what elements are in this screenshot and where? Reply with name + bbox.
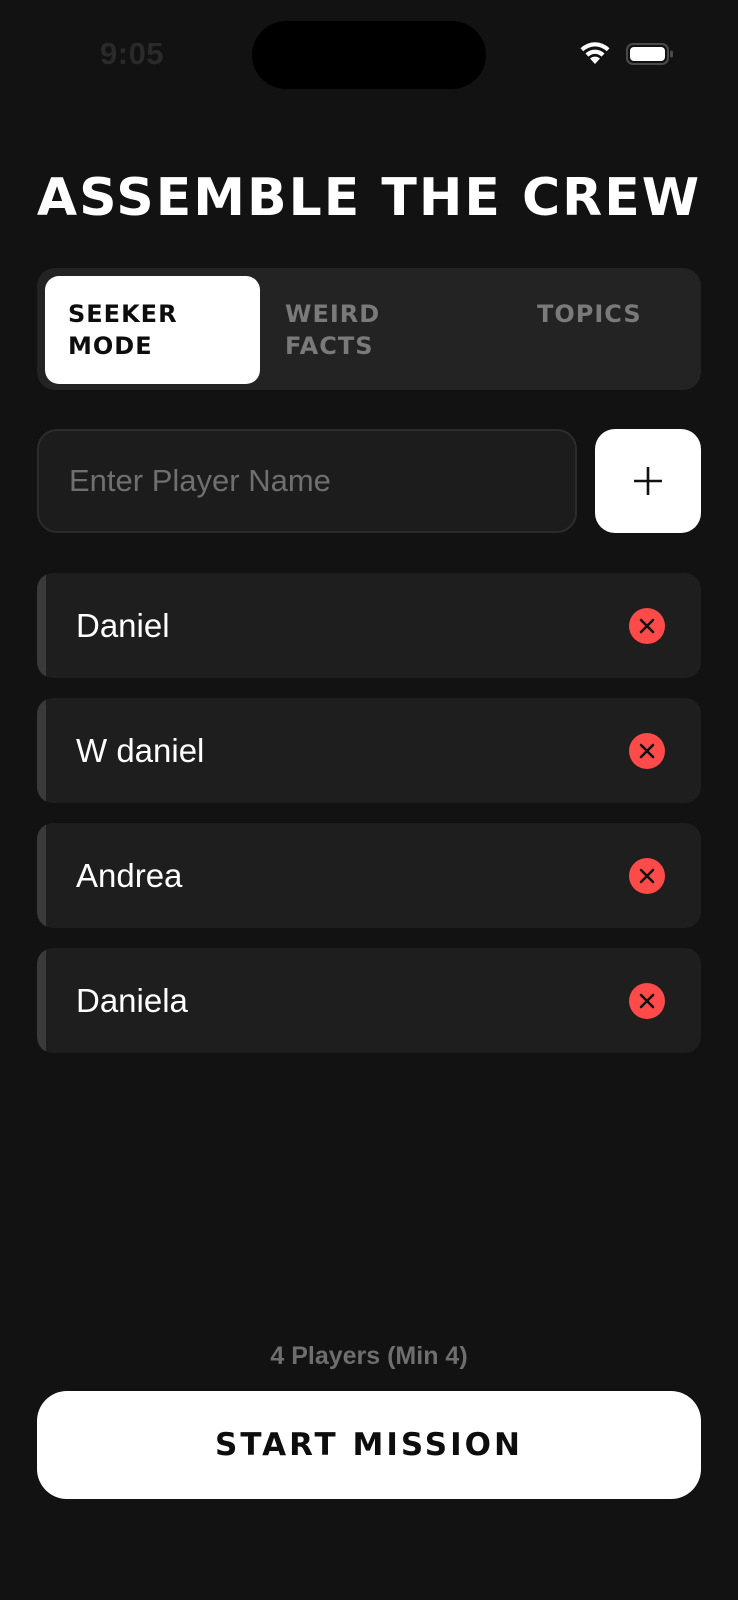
- page-title: ASSEMBLE THE CREW: [36, 168, 702, 228]
- plus-icon: [634, 467, 662, 495]
- tab-label: WEIRD FACTS: [285, 300, 381, 360]
- player-name: Andrea: [76, 857, 183, 894]
- player-row: Daniela: [37, 948, 701, 1053]
- player-name-field: [37, 429, 577, 533]
- close-icon: [639, 618, 655, 634]
- tab-seeker-mode[interactable]: SEEKER MODE: [45, 276, 260, 384]
- tab-label: TOPICS: [537, 300, 642, 328]
- wifi-icon: [580, 42, 610, 64]
- player-name: Daniel: [76, 607, 170, 644]
- player-row: W daniel: [37, 698, 701, 803]
- close-icon: [639, 743, 655, 759]
- player-count: 4 Players (Min 4): [270, 1342, 468, 1370]
- start-mission-label: START MISSION: [215, 1427, 523, 1463]
- player-name-input[interactable]: [39, 431, 575, 531]
- remove-player-button[interactable]: [629, 608, 665, 644]
- close-icon: [639, 868, 655, 884]
- start-mission-button[interactable]: START MISSION: [37, 1391, 701, 1499]
- tab-topics[interactable]: TOPICS: [537, 298, 677, 330]
- dynamic-island: [252, 21, 486, 89]
- add-player-button[interactable]: [595, 429, 701, 533]
- player-name: Daniela: [76, 982, 188, 1019]
- player-name: W daniel: [76, 732, 205, 769]
- remove-player-button[interactable]: [629, 858, 665, 894]
- player-row: Daniel: [37, 573, 701, 678]
- close-icon: [639, 993, 655, 1009]
- status-time: 9:05: [100, 36, 165, 71]
- tab-label: SEEKER MODE: [68, 300, 178, 360]
- tab-weird-facts[interactable]: WEIRD FACTS: [285, 298, 435, 362]
- remove-player-button[interactable]: [629, 733, 665, 769]
- battery-icon: [626, 43, 673, 65]
- mode-tabs: SEEKER MODE WEIRD FACTS TOPICS: [37, 268, 701, 390]
- player-row: Andrea: [37, 823, 701, 928]
- status-bar: 9:05: [0, 0, 738, 110]
- remove-player-button[interactable]: [629, 983, 665, 1019]
